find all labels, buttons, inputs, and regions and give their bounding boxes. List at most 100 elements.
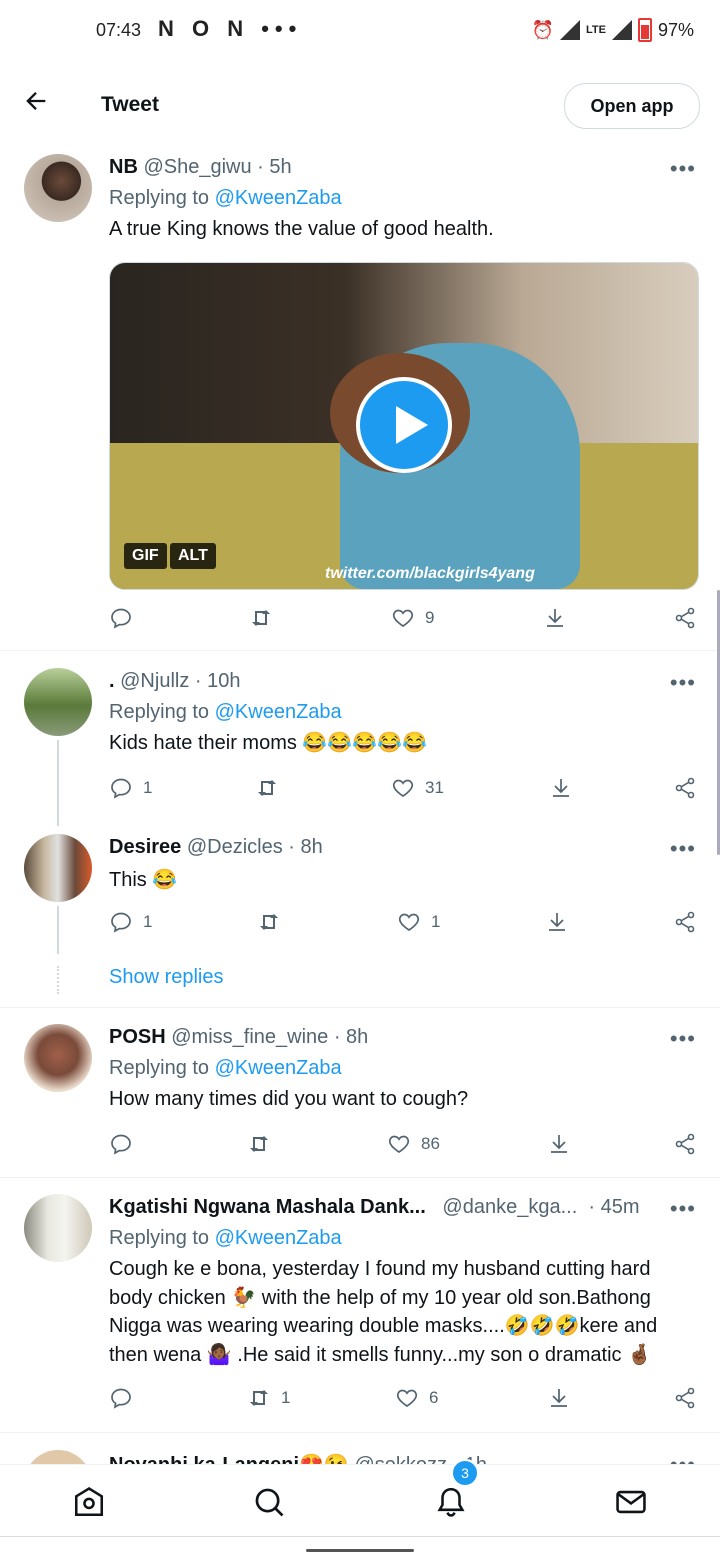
home-indicator[interactable] [0, 1536, 720, 1561]
mention-link[interactable]: @KweenZaba [215, 1057, 342, 1079]
avatar[interactable] [24, 1194, 92, 1262]
gif-badge: GIF [124, 543, 167, 569]
messages-icon[interactable] [614, 1485, 648, 1519]
notifications-badge: 3 [451, 1459, 479, 1487]
more-icon[interactable]: ••• [670, 1452, 696, 1464]
share-icon [675, 777, 695, 799]
handle[interactable]: @danke_kga... [442, 1196, 577, 1218]
more-icon[interactable]: ••• [670, 1026, 696, 1052]
reply-button[interactable] [109, 1132, 143, 1156]
mention-link[interactable]: @KweenZaba [215, 187, 342, 209]
like-count: 1 [431, 912, 441, 931]
display-name[interactable]: NB [109, 156, 138, 178]
play-button-icon[interactable] [356, 377, 452, 473]
tweet-header: Novanhi ka-Langeni😍😉 @sekkozz · 1h [109, 1452, 487, 1464]
alt-badge[interactable]: ALT [170, 543, 216, 569]
timestamp[interactable]: · 10h [195, 670, 241, 692]
avatar[interactable] [24, 1024, 92, 1092]
gif-media[interactable]: GIF ALT twitter.com/blackgirls4yang [109, 262, 699, 590]
mention-link[interactable]: @KweenZaba [215, 1227, 342, 1249]
search-icon[interactable] [252, 1485, 286, 1519]
notifications-icon[interactable] [434, 1485, 468, 1519]
handle[interactable]: @Njullz [120, 670, 189, 692]
share-button[interactable] [673, 776, 697, 800]
share-button[interactable] [673, 1386, 697, 1410]
tweet[interactable]: Novanhi ka-Langeni😍😉 @sekkozz · 1h ••• [0, 1446, 720, 1464]
more-icon[interactable]: ••• [670, 670, 696, 696]
retweet-button[interactable] [249, 606, 283, 630]
share-button[interactable] [673, 1132, 697, 1156]
reply-button[interactable]: 1 [109, 910, 152, 934]
show-replies-link[interactable]: Show replies [109, 966, 224, 989]
like-button[interactable]: 9 [391, 606, 434, 630]
battery-level: 97% [657, 19, 694, 40]
download-icon [547, 609, 563, 627]
tweet-header: Kgatishi Ngwana Mashala Dank... @danke_k… [109, 1196, 640, 1219]
back-arrow-icon[interactable] [22, 87, 50, 123]
replying-label: Replying to [109, 701, 210, 723]
retweet-button[interactable]: 1 [247, 1386, 290, 1410]
thread-dots [57, 966, 61, 994]
share-icon [675, 1387, 695, 1409]
retweet-button[interactable] [247, 1132, 281, 1156]
retweet-button[interactable] [255, 776, 289, 800]
home-icon[interactable] [72, 1485, 106, 1519]
timestamp[interactable]: · 45m [588, 1196, 639, 1218]
tweet-header: . @Njullz · 10h [109, 670, 240, 693]
display-name[interactable]: . [109, 670, 115, 692]
network-type: LTE [586, 24, 606, 36]
retweet-button[interactable] [257, 910, 291, 934]
reply-button[interactable]: 1 [109, 776, 152, 800]
more-icon[interactable]: ••• [670, 156, 696, 182]
avatar[interactable] [24, 668, 92, 736]
save-button[interactable] [547, 1132, 571, 1156]
thread-line [57, 906, 59, 954]
save-button[interactable] [547, 1386, 571, 1410]
like-button[interactable]: 1 [397, 910, 440, 934]
display-name[interactable]: Novanhi ka-Langeni😍😉 [109, 1454, 349, 1464]
share-button[interactable] [673, 606, 697, 630]
thread-line [57, 740, 59, 826]
divider [0, 1007, 720, 1008]
like-button[interactable]: 86 [387, 1132, 440, 1156]
retweet-count: 1 [281, 1388, 291, 1407]
avatar[interactable] [24, 834, 92, 902]
tweet-text: A true King knows the value of good heal… [109, 218, 494, 240]
open-app-button[interactable]: Open app [564, 83, 700, 129]
like-button[interactable]: 31 [391, 776, 444, 800]
display-name[interactable]: POSH [109, 1026, 166, 1048]
mention-link[interactable]: @KweenZaba [215, 701, 342, 723]
timestamp[interactable]: · 8h [288, 836, 322, 858]
reply-count: 1 [143, 912, 153, 931]
reply-button[interactable] [109, 1386, 143, 1410]
timestamp[interactable]: · 8h [334, 1026, 368, 1048]
display-name[interactable]: Desiree [109, 836, 181, 858]
status-time: 07:43 [96, 20, 142, 40]
timestamp[interactable]: · 5h [257, 156, 291, 178]
status-bar: 07:43 N O N ••• ⏰ LTE 97% [0, 0, 720, 60]
replying-to: Replying to @KweenZaba [109, 701, 342, 724]
avatar[interactable] [24, 1450, 92, 1464]
handle[interactable]: @Dezicles [187, 836, 283, 858]
avatar[interactable] [24, 154, 92, 222]
share-icon [675, 911, 695, 933]
display-name[interactable]: Kgatishi Ngwana Mashala Dank... [109, 1196, 426, 1218]
save-button[interactable] [545, 910, 569, 934]
heart-icon [398, 913, 420, 931]
replying-label: Replying to [109, 187, 210, 209]
more-icon[interactable]: ••• [670, 836, 696, 862]
handle[interactable]: @sekkozz [354, 1454, 447, 1464]
tweet-header: NB @She_giwu · 5h [109, 156, 292, 179]
save-button[interactable] [543, 606, 567, 630]
save-button[interactable] [549, 776, 573, 800]
handle[interactable]: @She_giwu [143, 156, 251, 178]
reply-button[interactable] [109, 606, 143, 630]
share-icon [675, 607, 695, 629]
handle[interactable]: @miss_fine_wine [171, 1026, 328, 1048]
retweet-icon [260, 914, 278, 930]
tweet[interactable]: Desiree @Dezicles · 8h ••• This 😂 [0, 830, 720, 960]
retweet-icon [252, 610, 270, 626]
like-button[interactable]: 6 [395, 1386, 438, 1410]
share-button[interactable] [673, 910, 697, 934]
more-icon[interactable]: ••• [670, 1196, 696, 1222]
